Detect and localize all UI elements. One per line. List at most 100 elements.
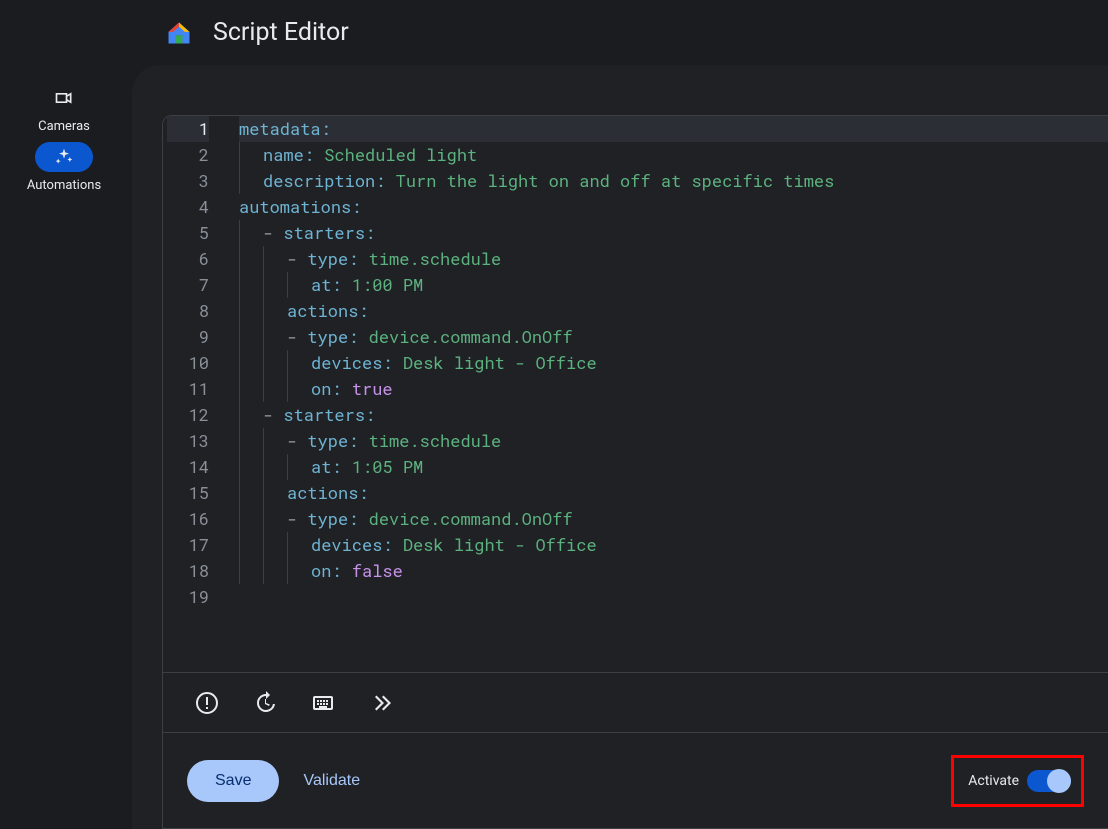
indent-guide [263, 376, 275, 402]
indent-guide [287, 376, 299, 402]
code-line[interactable]: - starters: [239, 220, 1108, 246]
code-token: - [287, 246, 307, 272]
activate-toggle[interactable] [1027, 770, 1071, 792]
code-line[interactable]: devices: Desk light - Office [239, 532, 1108, 558]
code-token: : [331, 558, 351, 584]
sparkle-icon [35, 142, 93, 172]
indent-guide [287, 350, 299, 376]
alert-circle-icon[interactable] [193, 689, 221, 717]
code-token: type [307, 246, 348, 272]
line-number: 10 [167, 350, 209, 376]
indent-guide [263, 558, 275, 584]
line-number: 18 [167, 558, 209, 584]
code-line[interactable]: actions: [239, 298, 1108, 324]
code-token: device.command.OnOff [369, 324, 573, 350]
indent-guide [239, 454, 251, 480]
line-number: 3 [167, 168, 209, 194]
toggle-knob [1047, 769, 1071, 793]
code-token: at [311, 454, 331, 480]
code-token: starters [283, 402, 365, 428]
sidebar-item-cameras[interactable]: Cameras [0, 83, 128, 134]
code-line[interactable]: name: Scheduled light [239, 142, 1108, 168]
indent-guide [239, 142, 251, 168]
indent-guide [263, 506, 275, 532]
line-number: 9 [167, 324, 209, 350]
code-line[interactable]: - type: time.schedule [239, 246, 1108, 272]
indent-guide [239, 272, 251, 298]
code-line[interactable]: on: true [239, 376, 1108, 402]
code-token: : [348, 428, 368, 454]
google-home-logo-icon [165, 19, 193, 47]
code-token: : [365, 220, 375, 246]
code-token: automations [239, 194, 351, 220]
code-token: : [348, 506, 368, 532]
code-line[interactable]: - starters: [239, 402, 1108, 428]
code-line[interactable]: at: 1:00 PM [239, 272, 1108, 298]
line-number: 2 [167, 142, 209, 168]
indent-guide [239, 480, 251, 506]
code-token: - [287, 506, 307, 532]
indent-guide [263, 298, 275, 324]
code-token: type [307, 428, 348, 454]
more-icon[interactable] [367, 689, 395, 717]
code-line[interactable] [239, 584, 1108, 610]
sidebar-item-label: Cameras [38, 119, 90, 134]
line-number: 8 [167, 298, 209, 324]
code-line[interactable]: description: Turn the light on and off a… [239, 168, 1108, 194]
code-token: : [304, 142, 324, 168]
code-token: - [263, 220, 283, 246]
code-line[interactable]: metadata: [239, 116, 1108, 142]
line-number: 4 [167, 194, 209, 220]
code-token: on [311, 376, 331, 402]
code-token: : [375, 168, 395, 194]
save-button[interactable]: Save [187, 760, 279, 802]
code-token: 1:00 PM [352, 272, 423, 298]
indent-guide [239, 220, 251, 246]
indent-guide [263, 272, 275, 298]
keyboard-icon[interactable] [309, 689, 337, 717]
code-token: : [331, 272, 351, 298]
indent-guide [287, 454, 299, 480]
code-token: time.schedule [369, 246, 502, 272]
code-token: time.schedule [369, 428, 502, 454]
code-line[interactable]: at: 1:05 PM [239, 454, 1108, 480]
code-token: type [307, 506, 348, 532]
code-line[interactable]: - type: device.command.OnOff [239, 324, 1108, 350]
indent-guide [263, 480, 275, 506]
code-token: : [358, 298, 368, 324]
line-number: 7 [167, 272, 209, 298]
indent-guide [239, 246, 251, 272]
code-token: at [311, 272, 331, 298]
code-line[interactable]: automations: [239, 194, 1108, 220]
code-token: starters [283, 220, 365, 246]
indent-guide [263, 324, 275, 350]
code-line[interactable]: actions: [239, 480, 1108, 506]
code-token: name [263, 142, 304, 168]
code-token: type [307, 324, 348, 350]
code-content[interactable]: metadata:name: Scheduled lightdescriptio… [219, 116, 1108, 672]
line-number: 14 [167, 454, 209, 480]
code-editor[interactable]: 12345678910111213141516171819 metadata:n… [163, 116, 1108, 672]
indent-guide [239, 532, 251, 558]
app-header: Script Editor [0, 0, 1108, 65]
line-number: 1 [167, 116, 209, 142]
indent-guide [239, 168, 251, 194]
editor-footer: Save Validate Activate [163, 732, 1108, 828]
code-token: : [351, 194, 361, 220]
sidebar-item-automations[interactable]: Automations [0, 142, 128, 193]
indent-guide [239, 506, 251, 532]
editor-toolbar [163, 672, 1108, 732]
history-icon[interactable] [251, 689, 279, 717]
code-line[interactable]: - type: time.schedule [239, 428, 1108, 454]
indent-guide [263, 350, 275, 376]
indent-guide [287, 532, 299, 558]
code-token: : [321, 116, 331, 142]
indent-guide [239, 350, 251, 376]
code-line[interactable]: devices: Desk light - Office [239, 350, 1108, 376]
validate-button[interactable]: Validate [303, 772, 360, 790]
code-line[interactable]: on: false [239, 558, 1108, 584]
code-line[interactable]: - type: device.command.OnOff [239, 506, 1108, 532]
page-title: Script Editor [213, 18, 349, 47]
indent-guide [263, 454, 275, 480]
line-number: 17 [167, 532, 209, 558]
